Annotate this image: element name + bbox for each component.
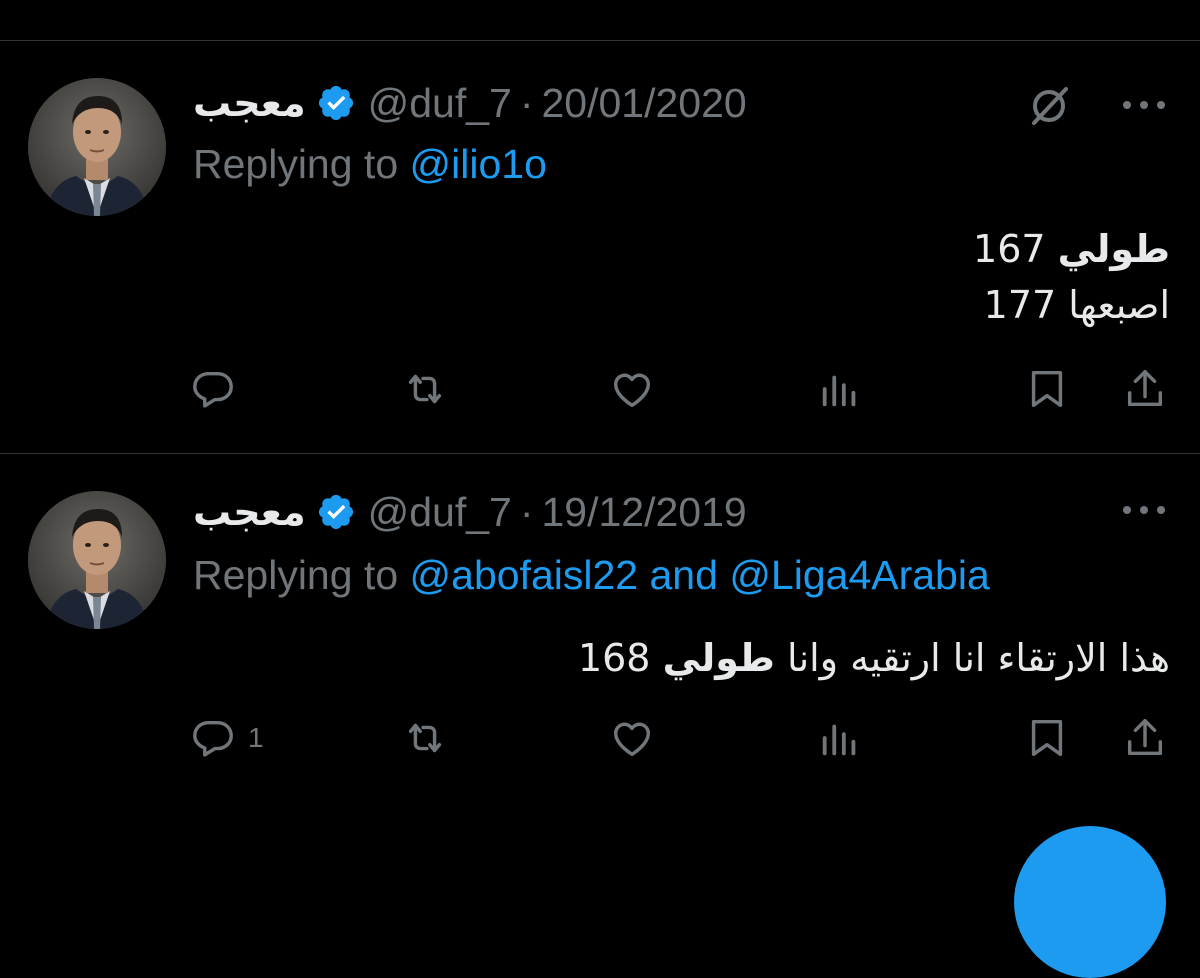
like-icon [613, 722, 651, 757]
views-button[interactable] [817, 349, 863, 429]
action-bar: 1 [0, 698, 1200, 778]
bold-word: طولي [662, 636, 775, 680]
retweet-icon [408, 374, 442, 404]
views-icon [822, 375, 856, 407]
tweet-header: معجب @duf_7 · 20/01/2020 [193, 75, 747, 131]
display-name[interactable]: معجب [193, 484, 306, 540]
line-text: هذا الارتقاء انا ارتقيه وانا [774, 636, 1170, 680]
handle[interactable]: @duf_7 [368, 484, 512, 540]
bookmark-button[interactable] [1024, 698, 1070, 778]
tweet[interactable]: معجب @duf_7 · 19/12/2019 Replying to @ab… [0, 454, 1200, 870]
separator-dot: · [519, 80, 534, 126]
share-button[interactable] [1122, 349, 1168, 429]
compose-button[interactable] [1014, 826, 1166, 978]
mention-link[interactable]: @abofaisl22 [410, 552, 639, 598]
tweet-line: هذا الارتقاء انا ارتقيه وانا طولي 168 [578, 630, 1170, 686]
like-icon [613, 373, 651, 408]
views-icon [822, 724, 856, 756]
handle[interactable]: @duf_7 [368, 75, 512, 131]
like-button[interactable] [609, 349, 655, 429]
separator-dot: · [519, 489, 534, 535]
reply-button[interactable] [190, 349, 236, 429]
replying-to: Replying to @ilio1o [193, 141, 547, 188]
avatar[interactable] [28, 491, 166, 629]
tweet-line: اصبعها 177 [973, 277, 1170, 333]
reply-button[interactable]: 1 [190, 698, 264, 778]
replying-to: Replying to @abofaisl22 and @Liga4Arabia [193, 552, 990, 599]
tweet-text: طولي 167 اصبعها 177 [973, 221, 1170, 333]
retweet-icon [408, 723, 442, 753]
bold-word: طولي [1057, 227, 1170, 271]
mention-link[interactable]: @Liga4Arabia [729, 552, 989, 598]
replying-prefix: Replying to [193, 141, 399, 187]
timestamp[interactable]: 19/12/2019 [541, 484, 746, 540]
share-icon [1127, 719, 1163, 756]
tweet-text: هذا الارتقاء انا ارتقيه وانا طولي 168 [578, 630, 1170, 686]
line-text: 167 [973, 227, 1058, 271]
verified-icon [318, 85, 353, 121]
like-button[interactable] [609, 698, 655, 778]
reply-icon [193, 720, 233, 757]
action-bar [0, 349, 1200, 429]
line-text: اصبعها 177 [983, 283, 1170, 327]
mention-joiner: and [649, 552, 718, 598]
more-icon[interactable] [1120, 490, 1168, 530]
avatar[interactable] [28, 78, 166, 216]
more-icon[interactable] [1120, 85, 1168, 125]
views-button[interactable] [817, 698, 863, 778]
reply-count: 1 [248, 722, 264, 753]
tweet[interactable]: معجب @duf_7 · 20/01/2020 Replying to @il… [0, 41, 1200, 453]
share-button[interactable] [1122, 698, 1168, 778]
share-icon [1127, 370, 1163, 407]
retweet-button[interactable] [402, 349, 448, 429]
display-name[interactable]: معجب [193, 75, 306, 131]
tweet-line: طولي 167 [973, 221, 1170, 277]
grok-icon[interactable] [1026, 83, 1072, 129]
reply-icon [193, 371, 233, 408]
bookmark-button[interactable] [1024, 349, 1070, 429]
timestamp[interactable]: 20/01/2020 [541, 75, 746, 131]
line-text: 168 [577, 636, 663, 680]
replying-prefix: Replying to [193, 552, 399, 598]
bookmark-icon [1031, 719, 1063, 757]
retweet-button[interactable] [402, 698, 448, 778]
tweet-header: معجب @duf_7 · 19/12/2019 [193, 484, 747, 540]
bookmark-icon [1031, 370, 1063, 408]
verified-icon [318, 494, 353, 530]
mention-link[interactable]: @ilio1o [410, 141, 547, 187]
